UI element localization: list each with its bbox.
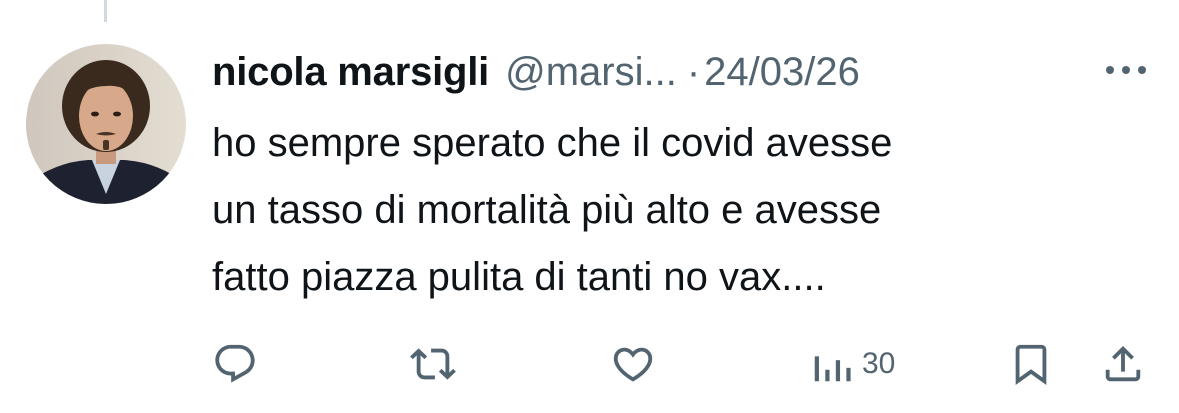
- thread-connector-line: [104, 0, 107, 22]
- retweet-button[interactable]: [410, 338, 456, 390]
- tweet-text-line: un tasso di mortalità più alto e avesse: [212, 188, 882, 232]
- reply-button[interactable]: [212, 338, 258, 390]
- like-button[interactable]: [610, 338, 656, 390]
- views-count: 30: [862, 347, 896, 380]
- more-options-button[interactable]: [1098, 54, 1154, 86]
- display-name[interactable]: nicola marsigli: [212, 50, 489, 95]
- separator-dot: ·: [686, 49, 701, 94]
- user-handle[interactable]: @marsi...: [505, 50, 677, 95]
- tweet-date[interactable]: 24/03/26: [704, 50, 860, 95]
- tweet-text-line: ho sempre sperato che il covid avesse: [212, 121, 893, 165]
- tweet-header: nicola marsigli @marsi... · 24/03/26: [212, 44, 1162, 100]
- retweet-icon: [410, 348, 456, 380]
- tweet-text-line: fatto piazza pulita di tanti no vax....: [212, 255, 826, 299]
- share-button[interactable]: [1100, 338, 1146, 390]
- tweet-text: ho sempre sperato che il covid avesse un…: [212, 110, 1152, 311]
- more-horizontal-icon: [1106, 66, 1146, 74]
- bookmark-icon: [1015, 344, 1047, 385]
- tweet-actions-bar: 30: [212, 338, 1152, 390]
- share-icon: [1105, 345, 1141, 382]
- avatar[interactable]: [26, 44, 186, 204]
- heart-icon: [613, 347, 653, 382]
- views-bar-chart-icon: [814, 356, 851, 382]
- views-button[interactable]: 30: [812, 338, 895, 390]
- reply-icon: [215, 344, 255, 383]
- bookmark-button[interactable]: [1008, 338, 1054, 390]
